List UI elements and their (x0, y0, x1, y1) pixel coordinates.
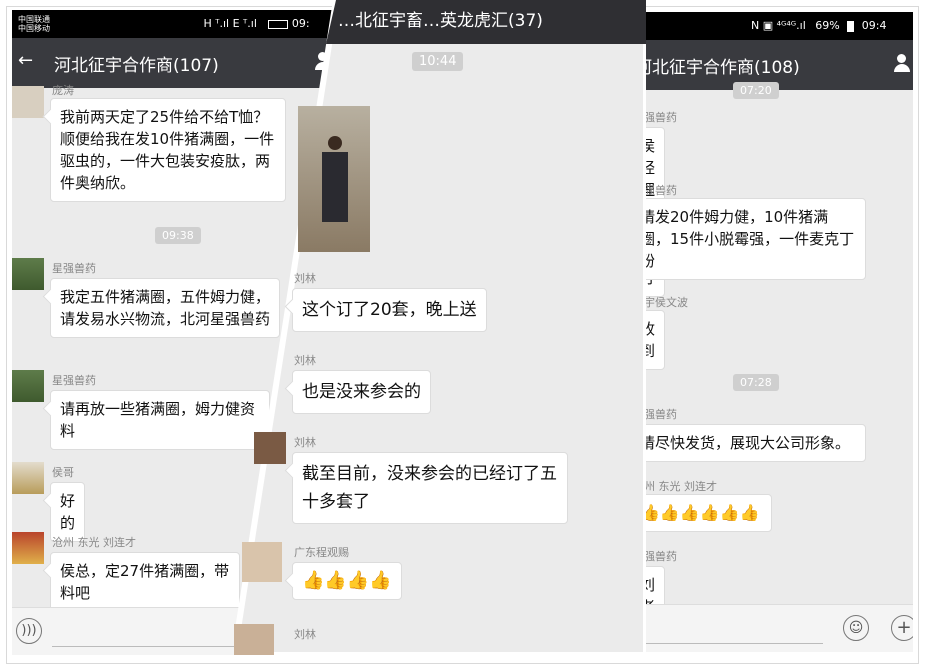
message-bubble[interactable]: 也是没来参会的 (292, 370, 431, 414)
timestamp: 09:38 (155, 227, 201, 244)
sender-name: 侯哥 (52, 466, 74, 479)
sender-name: 广东程观赐 (294, 546, 349, 559)
message-bubble[interactable]: 👍👍👍👍 (292, 562, 402, 600)
back-arrow-icon[interactable]: ← (18, 50, 33, 71)
message-bubble[interactable]: 👍👍👍👍👍👍 (630, 494, 772, 532)
sender-name: 刘林 (294, 354, 316, 367)
sender-name: 沧州 东光 刘连才 (52, 536, 136, 549)
message-bubble[interactable]: 请发20件姆力健，10件猪满圈，15件小脱霉强，一件麦克丁粉 (630, 198, 866, 280)
emoji-icon[interactable]: ☺ (843, 615, 869, 641)
chat-panel-middle: …北征宇畜…英龙虎汇(37) 10:44 刘林 这个订了20套，晚上送 刘林 也… (234, 0, 646, 655)
avatar[interactable] (12, 258, 44, 290)
message-bubble[interactable]: 请尽快发货，展现大公司形象。 (630, 424, 866, 462)
photo-person-head (328, 136, 342, 150)
carrier-1: 中国联通 (18, 15, 50, 24)
chat-title: 河北征宇合作商(107) (54, 56, 219, 76)
sender-name: 刘林 (294, 436, 316, 449)
message-bubble[interactable]: 这个订了20套，晚上送 (292, 288, 487, 332)
timestamp: 10:44 (412, 52, 464, 71)
sender-name: 刘林 (294, 628, 316, 641)
avatar[interactable] (12, 462, 44, 494)
photo-person-body (322, 152, 348, 222)
avatar[interactable] (12, 532, 44, 564)
battery-percent: 69% (815, 19, 840, 32)
group-info-icon[interactable] (893, 54, 911, 72)
timestamp: 07:20 (733, 82, 779, 99)
avatar[interactable] (242, 542, 282, 582)
plus-icon[interactable]: + (891, 615, 913, 641)
sender-name: 刘林 (294, 272, 316, 285)
message-bubble[interactable]: 侯总，定27件猪满圈，带料吧 (50, 552, 240, 612)
status-icons: N ▣ ⁴ᴳ⁴ᴳ.ıl (751, 19, 806, 32)
avatar[interactable] (254, 432, 286, 464)
message-bubble[interactable]: 好的 (50, 482, 86, 542)
voice-icon[interactable]: ))) (16, 618, 42, 644)
chat-title: …北征宇畜…英龙虎汇(37) (338, 11, 543, 31)
sender-name: 星强兽药 (52, 262, 96, 275)
status-time: 09:4 (861, 19, 887, 32)
avatar[interactable] (12, 86, 44, 118)
carrier-2: 中国移动 (18, 24, 50, 33)
message-bubble[interactable]: 截至目前，没来参会的已经订了五十多套了 (292, 452, 568, 524)
battery-icon (847, 20, 855, 32)
avatar[interactable] (12, 370, 44, 402)
timestamp: 07:28 (733, 374, 779, 391)
avatar[interactable] (234, 624, 274, 655)
photo-message[interactable] (298, 106, 370, 252)
sender-name: 星强兽药 (52, 374, 96, 387)
sender-name: 庞涛 (52, 84, 74, 97)
chat-title: 河北征宇合作商(108) (635, 58, 800, 78)
